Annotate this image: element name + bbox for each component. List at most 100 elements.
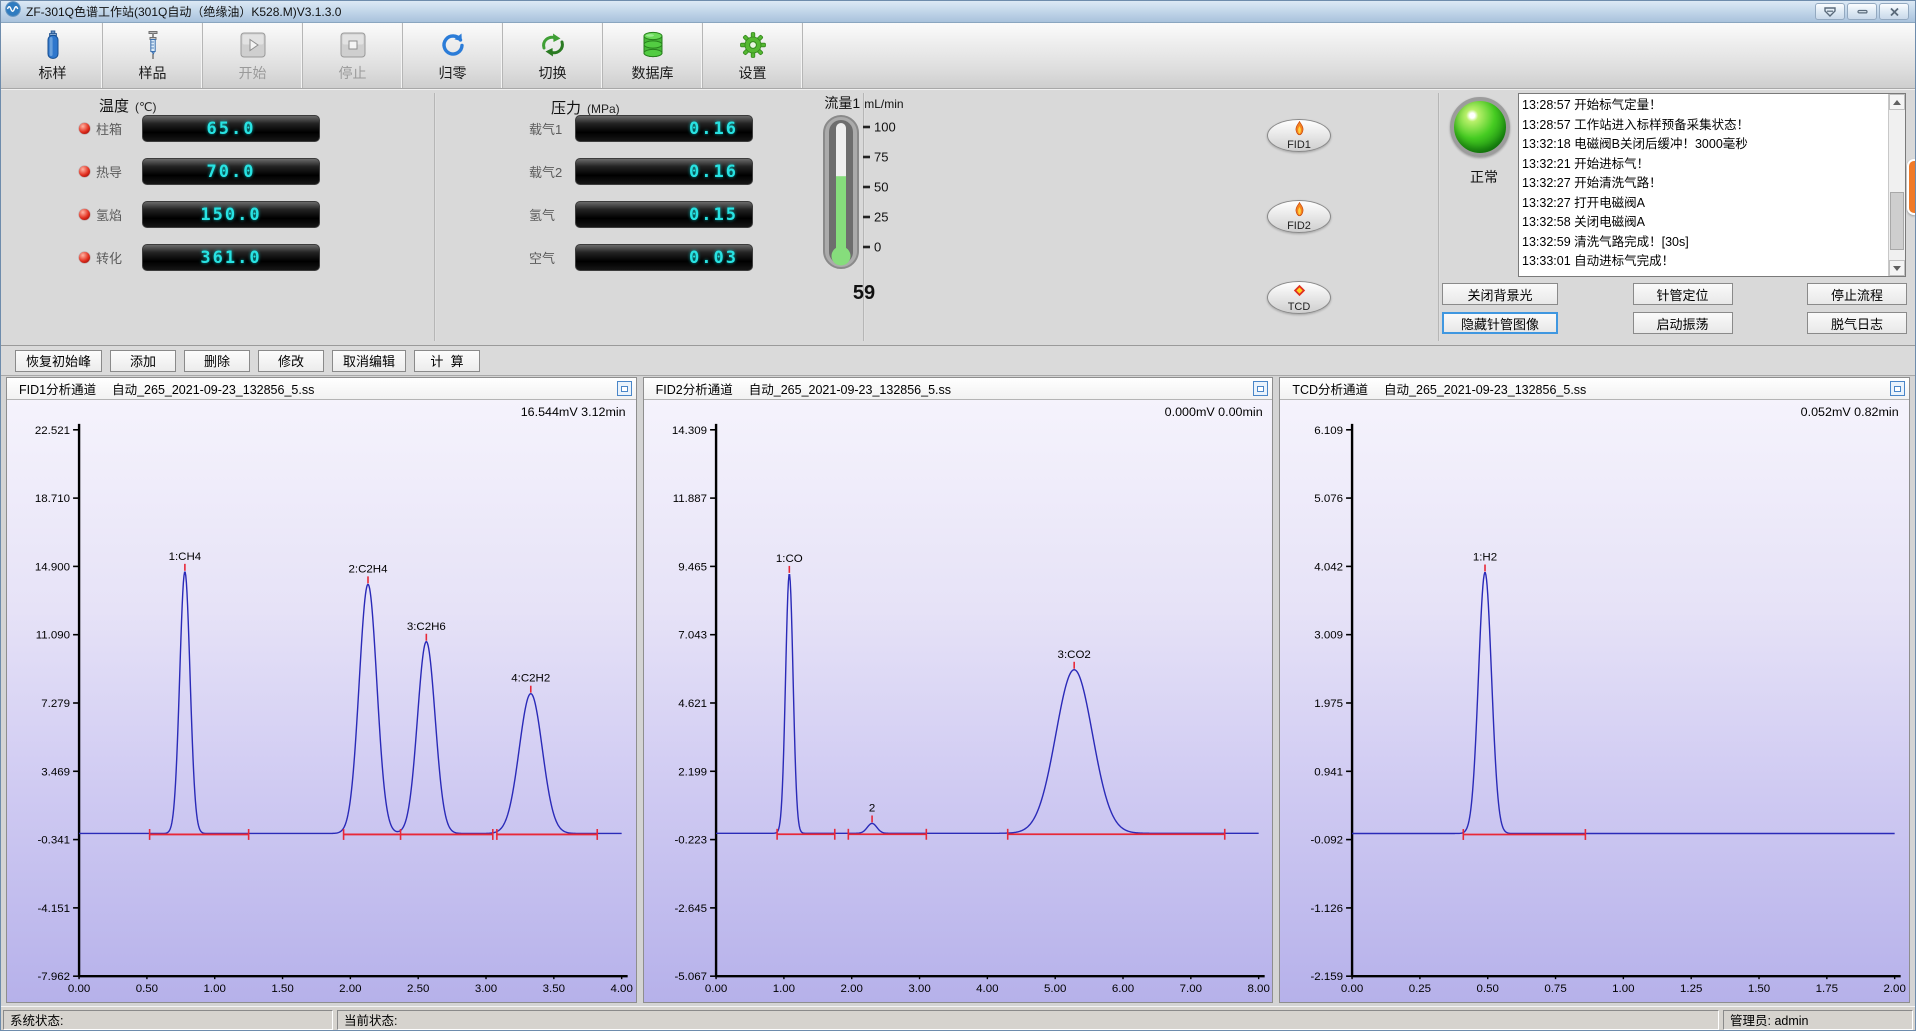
svg-text:3.00: 3.00 <box>908 983 930 995</box>
minimize-button[interactable] <box>1847 3 1877 20</box>
detector-button-fid2[interactable]: FID2 <box>1267 200 1331 233</box>
svg-text:6.00: 6.00 <box>1111 983 1133 995</box>
edit-toolbar-button[interactable]: 取消编辑 <box>332 350 406 372</box>
event-log[interactable]: 13:28:57 开始标气定量！13:28:57 工作站进入标样预备采集状态！1… <box>1518 93 1906 277</box>
system-status-cell: 系统状态: <box>3 1010 333 1030</box>
svg-text:18.710: 18.710 <box>35 493 70 505</box>
svg-text:16.544mV 3.12min: 16.544mV 3.12min <box>521 405 626 419</box>
panel-button-row: 隐藏针管图像 启动振荡 脱气日志 <box>1442 312 1907 334</box>
panel-button[interactable]: 脱气日志 <box>1807 312 1907 334</box>
svg-text:3.00: 3.00 <box>475 983 497 995</box>
gear-icon <box>739 29 767 61</box>
svg-text:5.076: 5.076 <box>1315 493 1344 505</box>
temperature-section-title: 温度(℃) <box>99 95 156 116</box>
scroll-up-icon[interactable] <box>1889 94 1905 110</box>
edit-toolbar-button[interactable]: 删除 <box>184 350 250 372</box>
window-controls <box>1815 3 1909 20</box>
svg-text:2.00: 2.00 <box>840 983 862 995</box>
maximize-chart-icon[interactable] <box>617 381 632 396</box>
toolbar-button-database[interactable]: 数据库 <box>603 23 703 88</box>
svg-text:0.00: 0.00 <box>1341 983 1363 995</box>
log-line: 13:33:01 自动进标气完成！ <box>1522 252 1885 272</box>
main-toolbar: 标样样品 开始 停止 归零切换数据库 设置 <box>1 23 1915 89</box>
edit-toolbar-button[interactable]: 恢复初始峰 <box>15 350 102 372</box>
chromatogram-area: FID1分析通道 自动_265_2021-09-23_132856_5.ss 1… <box>1 376 1915 1006</box>
scrollbar-thumb[interactable] <box>1890 192 1904 250</box>
chart-body: 0.000mV 0.00min14.30911.8879.4657.0434.6… <box>644 400 1273 1002</box>
toolbar-button-label: 样品 <box>139 63 167 83</box>
detector-buttons: FID1 FID2 TCD <box>1267 119 1331 314</box>
toolbar-button-label: 停止 <box>339 63 367 83</box>
shield-down-icon[interactable] <box>1815 3 1845 20</box>
lcd-readout: 65.0 <box>142 115 320 142</box>
svg-text:2:C2H4: 2:C2H4 <box>349 563 389 575</box>
svg-text:75: 75 <box>874 150 888 165</box>
edit-toolbar-button[interactable]: 添加 <box>110 350 176 372</box>
detector-button-tcd[interactable]: TCD <box>1267 281 1331 314</box>
svg-text:3.50: 3.50 <box>543 983 565 995</box>
panel-button[interactable]: 隐藏针管图像 <box>1442 312 1558 334</box>
svg-text:3:CO2: 3:CO2 <box>1057 649 1090 661</box>
svg-text:4.042: 4.042 <box>1315 561 1344 573</box>
close-button[interactable] <box>1879 3 1909 20</box>
meter-label: 氢焰 <box>96 205 142 224</box>
chromatogram-plot[interactable]: 16.544mV 3.12min22.52118.71014.90011.090… <box>7 400 636 1002</box>
svg-text:0.50: 0.50 <box>1477 983 1499 995</box>
toolbar-button-gear[interactable]: 设置 <box>703 23 803 88</box>
detector-button-fid1[interactable]: FID1 <box>1267 119 1331 152</box>
log-line: 13:32:18 电磁阀B关闭后缓冲！3000毫秒 <box>1522 135 1885 155</box>
lcd-readout: 70.0 <box>142 158 320 185</box>
svg-text:2.00: 2.00 <box>1884 983 1906 995</box>
chromatogram-plot[interactable]: 0.052mV 0.82min6.1095.0764.0423.0091.975… <box>1280 400 1909 1002</box>
lcd-readout: 0.16 <box>575 158 753 185</box>
chart-file-name: 自动_265_2021-09-23_132856_5.ss <box>1384 379 1586 398</box>
panel-button[interactable]: 停止流程 <box>1807 283 1907 305</box>
toolbar-button-gas-cylinder[interactable]: 标样 <box>3 23 103 88</box>
toolbar-button-reset-arrow[interactable]: 归零 <box>403 23 503 88</box>
scroll-down-icon[interactable] <box>1889 260 1905 276</box>
detector-label: FID2 <box>1287 221 1311 232</box>
toolbar-button-label: 数据库 <box>632 63 674 83</box>
meter-row: 氢气0.15 <box>529 201 753 228</box>
svg-text:50: 50 <box>874 180 888 195</box>
maximize-chart-icon[interactable] <box>1890 381 1905 396</box>
svg-text:1.75: 1.75 <box>1816 983 1838 995</box>
svg-text:0.75: 0.75 <box>1545 983 1567 995</box>
toolbar-button-label: 开始 <box>239 63 267 83</box>
meter-row: 柱箱65.0 <box>79 115 320 142</box>
svg-text:0.00: 0.00 <box>705 983 727 995</box>
log-line: 13:28:57 开始标气定量！ <box>1522 96 1885 116</box>
switch-arrows-icon <box>538 29 568 61</box>
panel-button[interactable]: 关闭背景光 <box>1442 283 1558 305</box>
meter-label: 载气2 <box>529 162 575 181</box>
peak-edit-toolbar: 恢复初始峰添加删除修改取消编辑计 算 <box>1 346 1915 376</box>
database-icon <box>639 29 667 61</box>
flow-gauge: 流量1mL/min 1007550250 59 <box>789 93 939 305</box>
svg-text:3.469: 3.469 <box>41 766 70 778</box>
svg-text:0: 0 <box>874 240 881 255</box>
svg-text:11.090: 11.090 <box>36 630 70 642</box>
event-log-lines: 13:28:57 开始标气定量！13:28:57 工作站进入标样预备采集状态！1… <box>1522 96 1885 274</box>
toolbar-button-switch-arrows[interactable]: 切换 <box>503 23 603 88</box>
event-log-scrollbar[interactable] <box>1888 94 1905 276</box>
svg-text:-0.092: -0.092 <box>1311 835 1344 847</box>
svg-text:4.00: 4.00 <box>610 983 632 995</box>
panel-button[interactable]: 针管定位 <box>1633 283 1733 305</box>
toolbar-button-syringe[interactable]: 样品 <box>103 23 203 88</box>
panel-button[interactable]: 启动振荡 <box>1633 312 1733 334</box>
chromatogram-plot[interactable]: 0.000mV 0.00min14.30911.8879.4657.0434.6… <box>644 400 1273 1002</box>
gas-cylinder-icon <box>41 29 65 61</box>
svg-text:-0.223: -0.223 <box>674 835 707 847</box>
stop-icon <box>340 29 366 61</box>
panel-divider <box>1438 93 1440 341</box>
chart-panel-fid2: FID2分析通道 自动_265_2021-09-23_132856_5.ss 0… <box>643 377 1274 1003</box>
admin-user-cell: 管理员: admin <box>1723 1010 1913 1030</box>
svg-text:2.199: 2.199 <box>678 766 707 778</box>
side-panel-handle[interactable] <box>1907 159 1915 215</box>
svg-text:4:C2H2: 4:C2H2 <box>511 673 550 685</box>
edit-toolbar-button[interactable]: 计 算 <box>414 350 480 372</box>
edit-toolbar-button[interactable]: 修改 <box>258 350 324 372</box>
svg-text:1:H2: 1:H2 <box>1473 552 1497 564</box>
meter-label: 氢气 <box>529 205 575 224</box>
maximize-chart-icon[interactable] <box>1253 381 1268 396</box>
